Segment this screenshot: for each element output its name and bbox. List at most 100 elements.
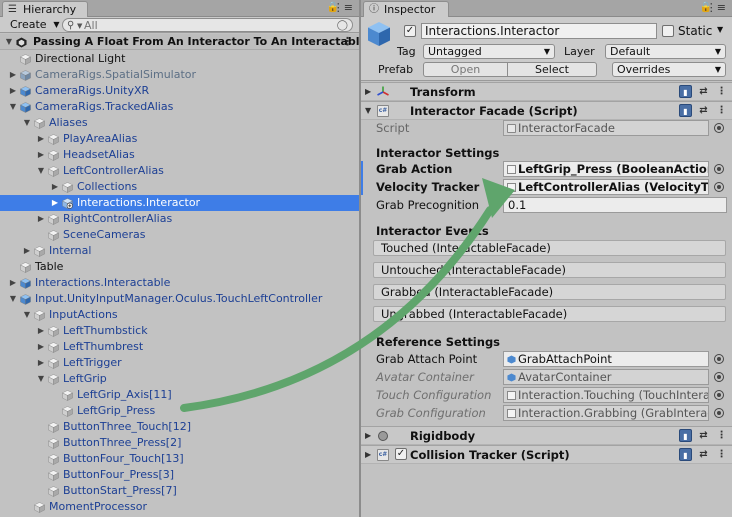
static-checkbox[interactable]: [662, 25, 674, 37]
fold-closed-icon[interactable]: ▶: [36, 211, 46, 227]
hierarchy-tab[interactable]: ☰ Hierarchy: [2, 1, 88, 17]
fold-closed-icon[interactable]: ▶: [365, 427, 371, 445]
hierarchy-search[interactable]: ⚲ ▼ ◯: [62, 18, 353, 32]
hierarchy-row[interactable]: ▼ LeftGrip: [0, 371, 359, 387]
search-cancel-icon[interactable]: ◯: [337, 19, 348, 32]
fold-closed-icon[interactable]: ▶: [50, 179, 60, 195]
hierarchy-row[interactable]: ▶ PlayAreaAlias: [0, 131, 359, 147]
fold-closed-icon[interactable]: ▶: [36, 339, 46, 355]
help-book-icon[interactable]: ▮: [679, 104, 692, 117]
fold-closed-icon[interactable]: ▶: [8, 67, 18, 83]
hierarchy-row[interactable]: ▼ LeftControllerAlias: [0, 163, 359, 179]
hierarchy-row[interactable]: ButtonFour_Press[3]: [0, 467, 359, 483]
create-dropdown[interactable]: Create ▼: [6, 18, 63, 32]
fold-closed-icon[interactable]: ▶: [365, 83, 371, 101]
touched-event[interactable]: Touched (InteractableFacade): [373, 240, 726, 256]
hierarchy-row[interactable]: ▶ Interactions.Interactor: [0, 195, 359, 211]
search-input[interactable]: [84, 19, 324, 31]
hierarchy-row[interactable]: SceneCameras: [0, 227, 359, 243]
hierarchy-row[interactable]: ▶ HeadsetAlias: [0, 147, 359, 163]
collision-tracker-component-header[interactable]: ▶ c# ✓ Collision Tracker (Script) ▮ ⇄ ⋮: [361, 445, 732, 464]
hierarchy-row[interactable]: LeftGrip_Axis[11]: [0, 387, 359, 403]
hierarchy-row[interactable]: Directional Light: [0, 51, 359, 67]
help-book-icon[interactable]: ▮: [679, 429, 692, 442]
grab-attach-field[interactable]: GrabAttachPoint: [503, 351, 709, 367]
hierarchy-row[interactable]: MomentProcessor: [0, 499, 359, 515]
scene-row[interactable]: ▼ Passing A Float From An Interactor To …: [0, 34, 359, 50]
fold-open-icon[interactable]: ▼: [36, 371, 46, 387]
hierarchy-row[interactable]: ButtonThree_Touch[12]: [0, 419, 359, 435]
prefab-open-button[interactable]: Open: [423, 62, 508, 77]
fold-closed-icon[interactable]: ▶: [36, 323, 46, 339]
scene-menu-icon[interactable]: ⋮: [342, 34, 353, 50]
hierarchy-row[interactable]: LeftGrip_Press: [0, 403, 359, 419]
hierarchy-row[interactable]: ▶ CameraRigs.UnityXR: [0, 83, 359, 99]
hierarchy-row[interactable]: ▶ CameraRigs.SpatialSimulator: [0, 67, 359, 83]
preset-icon[interactable]: ⇄: [697, 448, 710, 461]
transform-component-header[interactable]: ▶ Transform ▮ ⇄ ⋮: [361, 82, 732, 101]
grab-precognition-field[interactable]: 0.1: [503, 197, 727, 213]
hierarchy-row[interactable]: ▶ LeftThumbstick: [0, 323, 359, 339]
velocity-tracker-field[interactable]: LeftControllerAlias (VelocityTracker): [503, 179, 709, 195]
component-menu-icon[interactable]: ⋮: [715, 104, 728, 117]
fold-closed-icon[interactable]: ▶: [22, 243, 32, 259]
prefab-overrides-dropdown[interactable]: Overrides ▼: [612, 62, 726, 77]
help-book-icon[interactable]: ▮: [679, 85, 692, 98]
object-picker-icon[interactable]: [714, 182, 724, 192]
panel-menu-icon[interactable]: ⋮≡: [333, 1, 353, 14]
hierarchy-row[interactable]: ButtonThree_Press[2]: [0, 435, 359, 451]
fold-closed-icon[interactable]: ▶: [36, 131, 46, 147]
preset-icon[interactable]: ⇄: [697, 429, 710, 442]
hierarchy-row[interactable]: Table: [0, 259, 359, 275]
object-picker-icon[interactable]: [714, 164, 724, 174]
fold-closed-icon[interactable]: ▶: [365, 446, 371, 464]
ungrabbed-event[interactable]: Ungrabbed (InteractableFacade): [373, 306, 726, 322]
fold-open-icon[interactable]: ▼: [365, 102, 371, 120]
hierarchy-row[interactable]: ▶ LeftThumbrest: [0, 339, 359, 355]
hierarchy-row[interactable]: ▶ Internal: [0, 243, 359, 259]
hierarchy-row[interactable]: ▶ RightControllerAlias: [0, 211, 359, 227]
hierarchy-row[interactable]: ▼ InputActions: [0, 307, 359, 323]
fold-open-icon[interactable]: ▼: [4, 34, 14, 50]
fold-closed-icon[interactable]: ▶: [8, 275, 18, 291]
dropdown-arrow-icon: ▼: [714, 47, 721, 56]
fold-open-icon[interactable]: ▼: [36, 163, 46, 179]
facade-component-header[interactable]: ▼ c# Interactor Facade (Script) ▮ ⇄ ⋮: [361, 101, 732, 120]
hierarchy-row[interactable]: ▶ LeftTrigger: [0, 355, 359, 371]
untouched-event[interactable]: Untouched (InteractableFacade): [373, 262, 726, 278]
fold-closed-icon[interactable]: ▶: [50, 195, 60, 211]
hierarchy-row[interactable]: ▶ Interactions.Interactable: [0, 275, 359, 291]
hierarchy-row[interactable]: ButtonStart_Press[7]: [0, 483, 359, 499]
rigidbody-component-header[interactable]: ▶ Rigidbody ▮ ⇄ ⋮: [361, 426, 732, 445]
fold-open-icon[interactable]: ▼: [22, 115, 32, 131]
object-picker-icon[interactable]: [714, 354, 724, 364]
fold-closed-icon[interactable]: ▶: [36, 355, 46, 371]
hierarchy-row[interactable]: ▼ Input.UnityInputManager.Oculus.TouchLef…: [0, 291, 359, 307]
hierarchy-row[interactable]: ButtonFour_Touch[13]: [0, 451, 359, 467]
hierarchy-row[interactable]: ▼ CameraRigs.TrackedAlias: [0, 99, 359, 115]
tag-dropdown[interactable]: Untagged ▼: [423, 44, 555, 59]
preset-icon[interactable]: ⇄: [697, 104, 710, 117]
fold-closed-icon[interactable]: ▶: [8, 83, 18, 99]
hierarchy-row[interactable]: ▶ Collections: [0, 179, 359, 195]
static-dropdown-icon[interactable]: ▼: [717, 25, 723, 34]
fold-closed-icon[interactable]: ▶: [36, 147, 46, 163]
preset-icon[interactable]: ⇄: [697, 85, 710, 98]
fold-open-icon[interactable]: ▼: [8, 291, 18, 307]
grab-action-field[interactable]: LeftGrip_Press (BooleanAction): [503, 161, 709, 177]
component-menu-icon[interactable]: ⋮: [715, 448, 728, 461]
layer-dropdown[interactable]: Default ▼: [605, 44, 726, 59]
active-checkbox[interactable]: ✓: [404, 25, 416, 37]
help-book-icon[interactable]: ▮: [679, 448, 692, 461]
panel-menu-icon[interactable]: ⋮≡: [706, 1, 726, 14]
component-menu-icon[interactable]: ⋮: [715, 85, 728, 98]
collision-tracker-enabled-checkbox[interactable]: ✓: [395, 448, 407, 460]
prefab-select-button[interactable]: Select: [507, 62, 597, 77]
component-menu-icon[interactable]: ⋮: [715, 429, 728, 442]
fold-open-icon[interactable]: ▼: [8, 99, 18, 115]
object-name-field[interactable]: Interactions.Interactor: [421, 23, 657, 39]
hierarchy-row[interactable]: ▼ Aliases: [0, 115, 359, 131]
fold-open-icon[interactable]: ▼: [22, 307, 32, 323]
grabbed-event[interactable]: Grabbed (InteractableFacade): [373, 284, 726, 300]
inspector-tab[interactable]: ⓘ Inspector: [363, 1, 449, 17]
